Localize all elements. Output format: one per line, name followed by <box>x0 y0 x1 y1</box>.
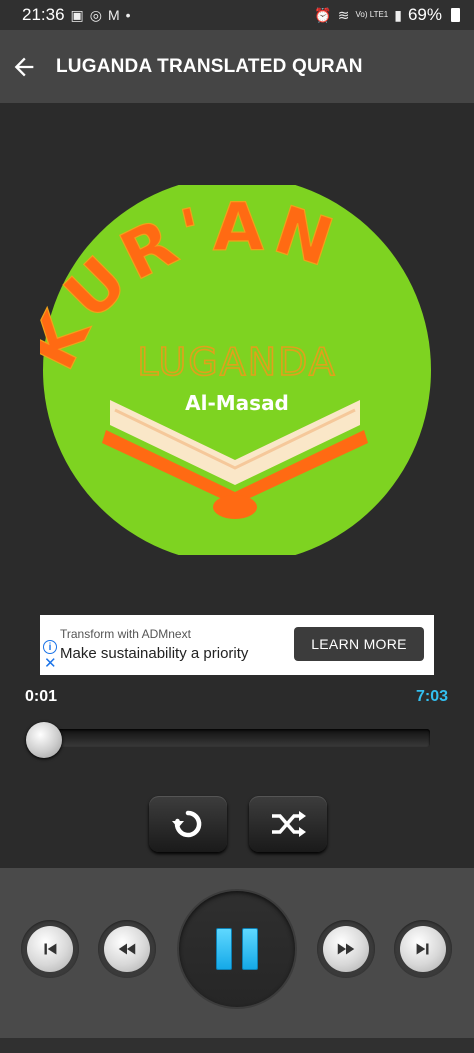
current-time: 0:01 <box>25 688 58 705</box>
luganda-text: LUGANDA <box>137 340 337 384</box>
skip-next-button[interactable] <box>394 920 452 978</box>
ad-close-icon[interactable]: ✕ <box>44 656 57 671</box>
ad-headline: Transform with ADMnext <box>60 627 191 641</box>
battery-level: 69% <box>407 5 442 24</box>
skip-next-icon <box>416 943 429 955</box>
ad-info-icon[interactable]: i <box>43 640 57 654</box>
whatsapp-icon: ◎ <box>89 6 102 23</box>
pause-icon <box>216 928 232 970</box>
battery-icon <box>451 8 460 22</box>
back-arrow-icon[interactable] <box>10 53 38 81</box>
shuffle-button[interactable] <box>249 796 327 852</box>
pause-button[interactable] <box>179 891 295 1007</box>
playback-controls <box>0 868 474 1038</box>
total-time: 7:03 <box>415 688 448 705</box>
gallery-icon: ▣ <box>70 6 84 23</box>
ad-banner[interactable]: i ✕ Transform with ADMnext Make sustaina… <box>40 615 434 675</box>
fast-forward-button[interactable] <box>317 920 375 978</box>
ad-message: Make sustainability a priority <box>60 645 249 662</box>
surah-name: Al-Masad <box>185 391 289 415</box>
rewind-icon <box>118 943 136 955</box>
network-label: Vo) LTE1 <box>355 10 389 19</box>
skip-previous-button[interactable] <box>21 920 79 978</box>
dot-icon: • <box>125 7 131 23</box>
rewind-button[interactable] <box>98 920 156 978</box>
skip-previous-icon <box>44 943 57 955</box>
system-nav-bar <box>0 1038 474 1053</box>
repeat-icon <box>172 810 202 838</box>
ad-learn-more-button[interactable]: LEARN MORE <box>294 627 424 661</box>
fast-forward-icon <box>337 943 355 955</box>
shuffle-icon <box>272 811 306 837</box>
page-title: LUGANDA TRANSLATED QURAN <box>56 55 363 77</box>
seek-track[interactable] <box>30 729 430 747</box>
wifi-icon: ≋ <box>337 6 350 23</box>
app-bar: LUGANDA TRANSLATED QURAN <box>0 30 474 103</box>
alarm-icon: ⏰ <box>314 6 332 23</box>
gmail-icon: M <box>108 7 120 23</box>
status-bar: 21:36 ▣ ◎ M • ⏰ ≋ Vo) LTE1 ▮ 69% <box>0 0 474 30</box>
signal-icon: ▮ <box>394 6 402 23</box>
status-time: 21:36 <box>22 5 65 24</box>
seek-thumb[interactable] <box>26 722 62 758</box>
player-content: KUR'AN LUGANDA Al-Masad i ✕ Transform wi… <box>0 103 474 868</box>
album-art: KUR'AN LUGANDA Al-Masad <box>40 185 434 555</box>
repeat-button[interactable] <box>149 796 227 852</box>
